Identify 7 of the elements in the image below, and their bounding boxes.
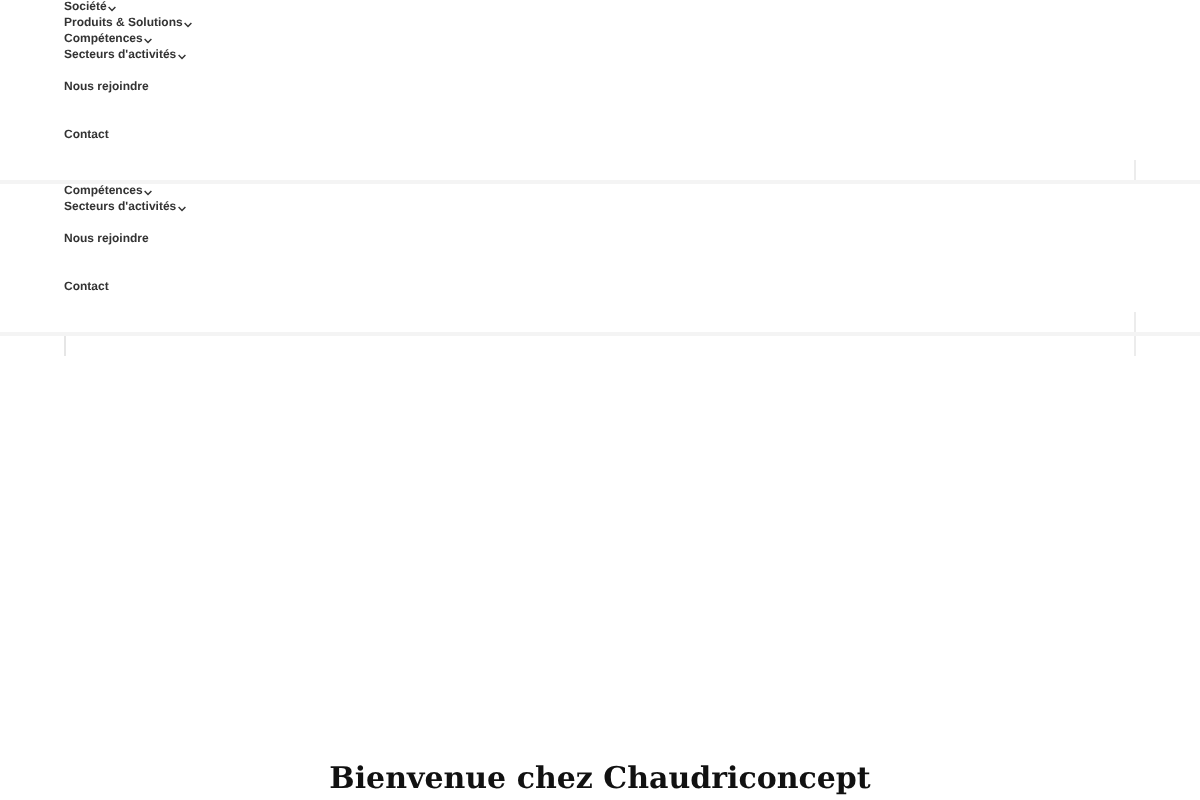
chevron-down-icon: [108, 5, 117, 11]
chevron-down-icon: [178, 205, 187, 211]
chevron-down-icon: [178, 53, 187, 59]
chevron-down-icon: [144, 37, 153, 43]
chevron-down-icon: [144, 189, 153, 195]
chevron-down-icon: [184, 21, 193, 27]
welcome-heading: Bienvenue chez Chaudriconcept: [327, 760, 873, 796]
